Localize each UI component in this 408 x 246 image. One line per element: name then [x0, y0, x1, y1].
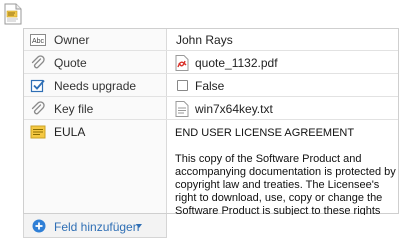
field-label: Needs upgrade — [54, 79, 137, 93]
svg-text:Abc: Abc — [32, 38, 45, 45]
owner-value: John Rays — [176, 33, 233, 47]
field-value-owner[interactable]: John Rays — [175, 29, 398, 51]
add-field-button[interactable]: Feld hinzufügen — [23, 214, 167, 238]
key-filename[interactable]: win7x64key.txt — [195, 102, 273, 116]
needs-upgrade-checkbox[interactable] — [177, 80, 188, 91]
field-label: EULA — [54, 125, 86, 139]
needs-upgrade-value: False — [195, 79, 225, 93]
field-row-eula[interactable]: EULA END USER LICENSE AGREEMENT This cop… — [24, 121, 398, 215]
field-row-needs-upgrade[interactable]: Needs upgrade False — [24, 75, 398, 97]
pdf-file-icon — [175, 55, 189, 71]
chevron-down-icon — [136, 224, 142, 228]
eula-body: This copy of the Software Product and ac… — [175, 153, 396, 215]
checkbox-field-icon — [30, 79, 45, 93]
text-file-icon — [175, 101, 189, 117]
field-label: Owner — [54, 33, 90, 47]
field-label: Quote — [54, 56, 87, 70]
document-icon — [4, 3, 22, 25]
add-field-label: Feld hinzufügen — [54, 220, 140, 234]
notes-icon — [30, 125, 46, 139]
eula-heading: END USER LICENSE AGREEMENT — [175, 127, 355, 139]
field-value-quote[interactable]: quote_1132.pdf — [175, 52, 398, 74]
field-row-quote[interactable]: Quote quote_1132.pdf — [24, 52, 398, 74]
field-value-key-file[interactable]: win7x64key.txt — [175, 98, 398, 120]
field-row-owner[interactable]: Abc Owner John Rays — [24, 29, 398, 51]
eula-textarea[interactable]: END USER LICENSE AGREEMENT This copy of … — [175, 127, 397, 215]
field-value-needs-upgrade[interactable]: False — [175, 75, 398, 97]
field-row-key-file[interactable]: Key file win7x64key.txt — [24, 98, 398, 120]
plus-circle-icon — [32, 219, 46, 233]
paperclip-icon — [31, 101, 45, 115]
field-label: Key file — [54, 102, 94, 116]
text-field-icon: Abc — [30, 34, 46, 46]
quote-filename[interactable]: quote_1132.pdf — [195, 56, 278, 70]
paperclip-icon — [31, 55, 45, 69]
fields-grid: Abc Owner John Rays Quote quote_1132.pdf… — [23, 28, 399, 215]
